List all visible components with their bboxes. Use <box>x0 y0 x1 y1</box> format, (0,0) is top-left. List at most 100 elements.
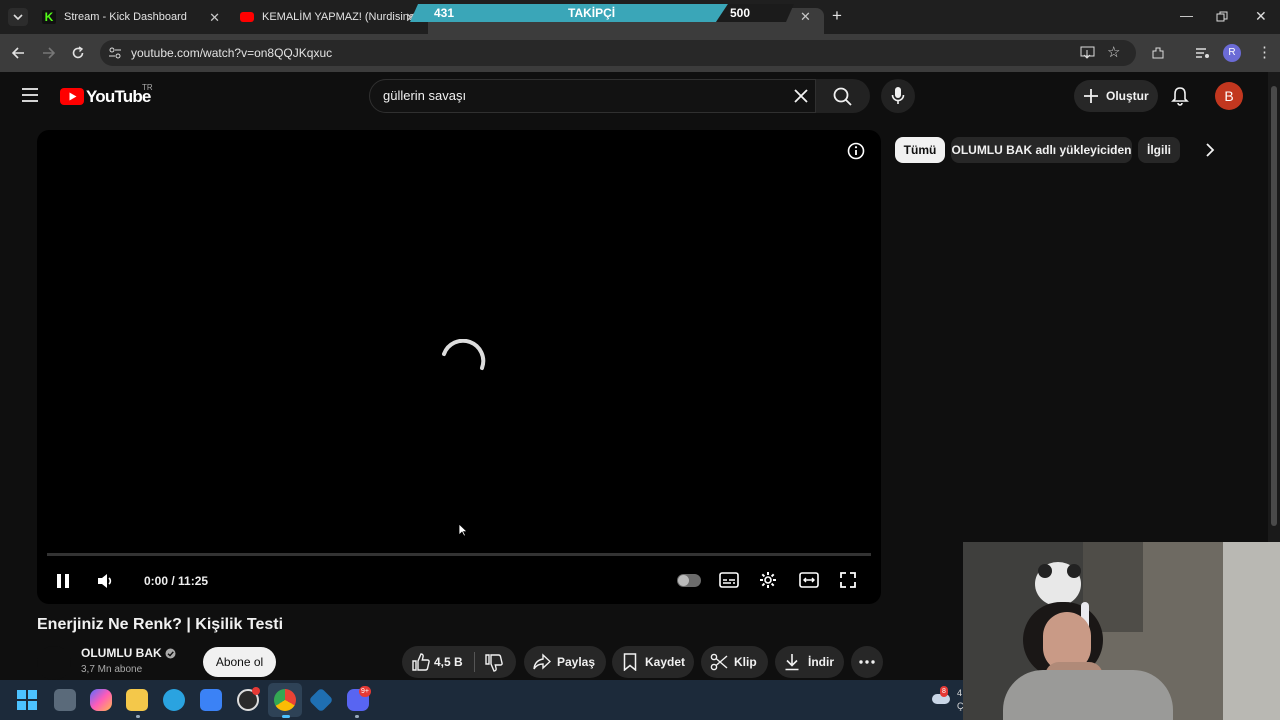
download-icon <box>785 654 799 671</box>
search-button[interactable] <box>816 79 870 113</box>
channel-name[interactable]: OLUMLU BAK <box>81 646 162 660</box>
tab-search-button[interactable] <box>8 8 28 26</box>
streamer-webcam <box>963 542 1280 720</box>
region-code: TR <box>142 83 153 92</box>
video-title: Enerjiniz Ne Renk? | Kişilik Testi <box>37 616 284 633</box>
reload-icon[interactable] <box>70 45 86 61</box>
browser-menu-icon[interactable]: ⋮ <box>1257 43 1272 61</box>
subtitles-icon[interactable] <box>719 572 739 588</box>
bookmark-star-icon[interactable]: ☆ <box>1107 43 1120 61</box>
subscribe-button[interactable]: Abone ol <box>203 647 276 677</box>
youtube-logo-text: YouTube <box>86 87 151 106</box>
theater-mode-icon[interactable] <box>799 572 819 588</box>
task-view-icon[interactable] <box>54 689 76 711</box>
download-label: İndir <box>808 655 834 669</box>
notifications-bell-icon[interactable] <box>1171 86 1189 106</box>
like-dislike-group: 4,5 B <box>402 646 516 678</box>
tab-youtube-kemalim[interactable]: KEMALİM YAPMAZ! (Nurdisina ✕ <box>232 0 422 34</box>
discord-badge: 9+ <box>359 686 371 697</box>
search-icon <box>833 87 852 106</box>
clear-search-icon[interactable] <box>794 89 808 103</box>
save-button[interactable]: Kaydet <box>612 646 694 678</box>
tab-title: Stream - Kick Dashboard <box>64 11 187 23</box>
clip-button[interactable]: Klip <box>701 646 768 678</box>
youtube-play-logo-icon <box>60 88 84 105</box>
tab-title: KEMALİM YAPMAZ! (Nurdisina <box>262 11 416 23</box>
chrome-icon[interactable] <box>274 689 296 711</box>
chip-related[interactable]: İlgili <box>1138 137 1180 163</box>
file-explorer-icon[interactable] <box>126 689 148 711</box>
restore-icon[interactable] <box>1216 11 1228 23</box>
running-indicator <box>282 715 290 718</box>
follower-goal: 500 <box>730 6 751 20</box>
windows-start-icon[interactable] <box>17 690 37 710</box>
mouse-cursor-icon <box>458 523 468 537</box>
bookmark-icon <box>623 653 637 671</box>
panda-ear <box>1067 564 1081 578</box>
microphone-icon <box>891 87 905 104</box>
download-button[interactable]: İndir <box>775 646 844 678</box>
info-icon[interactable] <box>847 142 865 160</box>
hamburger-menu-icon[interactable] <box>21 87 39 103</box>
chevron-right-icon[interactable] <box>1204 143 1216 157</box>
dislike-thumb-icon[interactable] <box>485 654 503 672</box>
media-control-icon[interactable] <box>1194 45 1210 61</box>
video-player[interactable] <box>37 130 881 604</box>
close-tab-icon[interactable]: ✕ <box>800 9 811 25</box>
tray-badge: 8 <box>940 686 948 697</box>
close-window-icon[interactable]: ✕ <box>1255 8 1267 25</box>
share-label: Paylaş <box>557 655 596 669</box>
panda-ear <box>1038 564 1052 578</box>
plus-icon <box>1084 89 1098 103</box>
fullscreen-icon[interactable] <box>840 572 856 588</box>
close-tab-icon[interactable]: ✕ <box>209 10 220 26</box>
page-scrollbar[interactable] <box>1268 72 1280 542</box>
running-indicator <box>355 715 359 718</box>
copilot-icon[interactable] <box>90 689 112 711</box>
site-info-icon[interactable] <box>108 46 122 60</box>
loading-spinner-icon <box>442 339 486 370</box>
youtube-logo[interactable]: YouTube TR <box>60 83 220 109</box>
settings-gear-icon[interactable] <box>759 571 777 589</box>
browser-tab-strip: K Stream - Kick Dashboard ✕ KEMALİM YAPM… <box>0 0 1280 34</box>
extensions-icon[interactable] <box>1150 45 1166 61</box>
new-tab-button[interactable]: + <box>832 6 842 26</box>
voice-search-button[interactable] <box>881 79 915 113</box>
clip-label: Klip <box>734 655 757 669</box>
save-label: Kaydet <box>645 655 686 669</box>
tray-text: 4 <box>957 688 963 698</box>
verified-check-icon <box>165 648 176 659</box>
tray-text: Ç <box>957 701 964 711</box>
like-thumb-icon[interactable] <box>412 653 430 671</box>
more-actions-button[interactable] <box>851 646 883 678</box>
channel-avatar[interactable] <box>37 646 71 680</box>
minimize-icon[interactable]: — <box>1180 8 1193 23</box>
like-count[interactable]: 4,5 B <box>434 655 463 669</box>
tab-kick-dashboard[interactable]: K Stream - Kick Dashboard ✕ <box>34 0 226 34</box>
microsoft-store-icon[interactable] <box>200 689 222 711</box>
browser-profile-avatar[interactable]: R <box>1223 44 1241 62</box>
chip-from-uploader[interactable]: OLUMLU BAK adlı yükleyiciden <box>951 137 1132 163</box>
chip-all[interactable]: Tümü <box>895 137 945 163</box>
url-text[interactable]: youtube.com/watch?v=on8QQJKqxuc <box>131 46 332 60</box>
share-button[interactable]: Paylaş <box>524 646 606 678</box>
volume-icon[interactable] <box>96 572 116 590</box>
autoplay-toggle[interactable] <box>677 574 701 587</box>
like-divider <box>474 652 475 672</box>
search-query-text[interactable]: güllerin savaşı <box>383 88 466 103</box>
progress-bar[interactable] <box>47 553 871 556</box>
share-arrow-icon <box>533 653 551 670</box>
edge-browser-icon[interactable] <box>163 689 185 711</box>
account-avatar[interactable]: B <box>1215 82 1243 110</box>
follower-label: TAKİPÇİ <box>568 6 616 20</box>
forward-icon[interactable] <box>40 45 56 61</box>
install-app-icon[interactable] <box>1080 45 1096 61</box>
pause-icon[interactable] <box>56 573 70 589</box>
follower-goal-overlay: 431 TAKİPÇİ 500 <box>410 4 794 22</box>
back-icon[interactable] <box>11 45 27 61</box>
streamer-sweater <box>1003 670 1173 720</box>
webcam-door <box>1223 542 1280 720</box>
obs-recording-dot <box>252 687 260 695</box>
weather-widget-icon[interactable]: 8 <box>932 686 952 708</box>
more-dots-icon <box>859 660 875 664</box>
